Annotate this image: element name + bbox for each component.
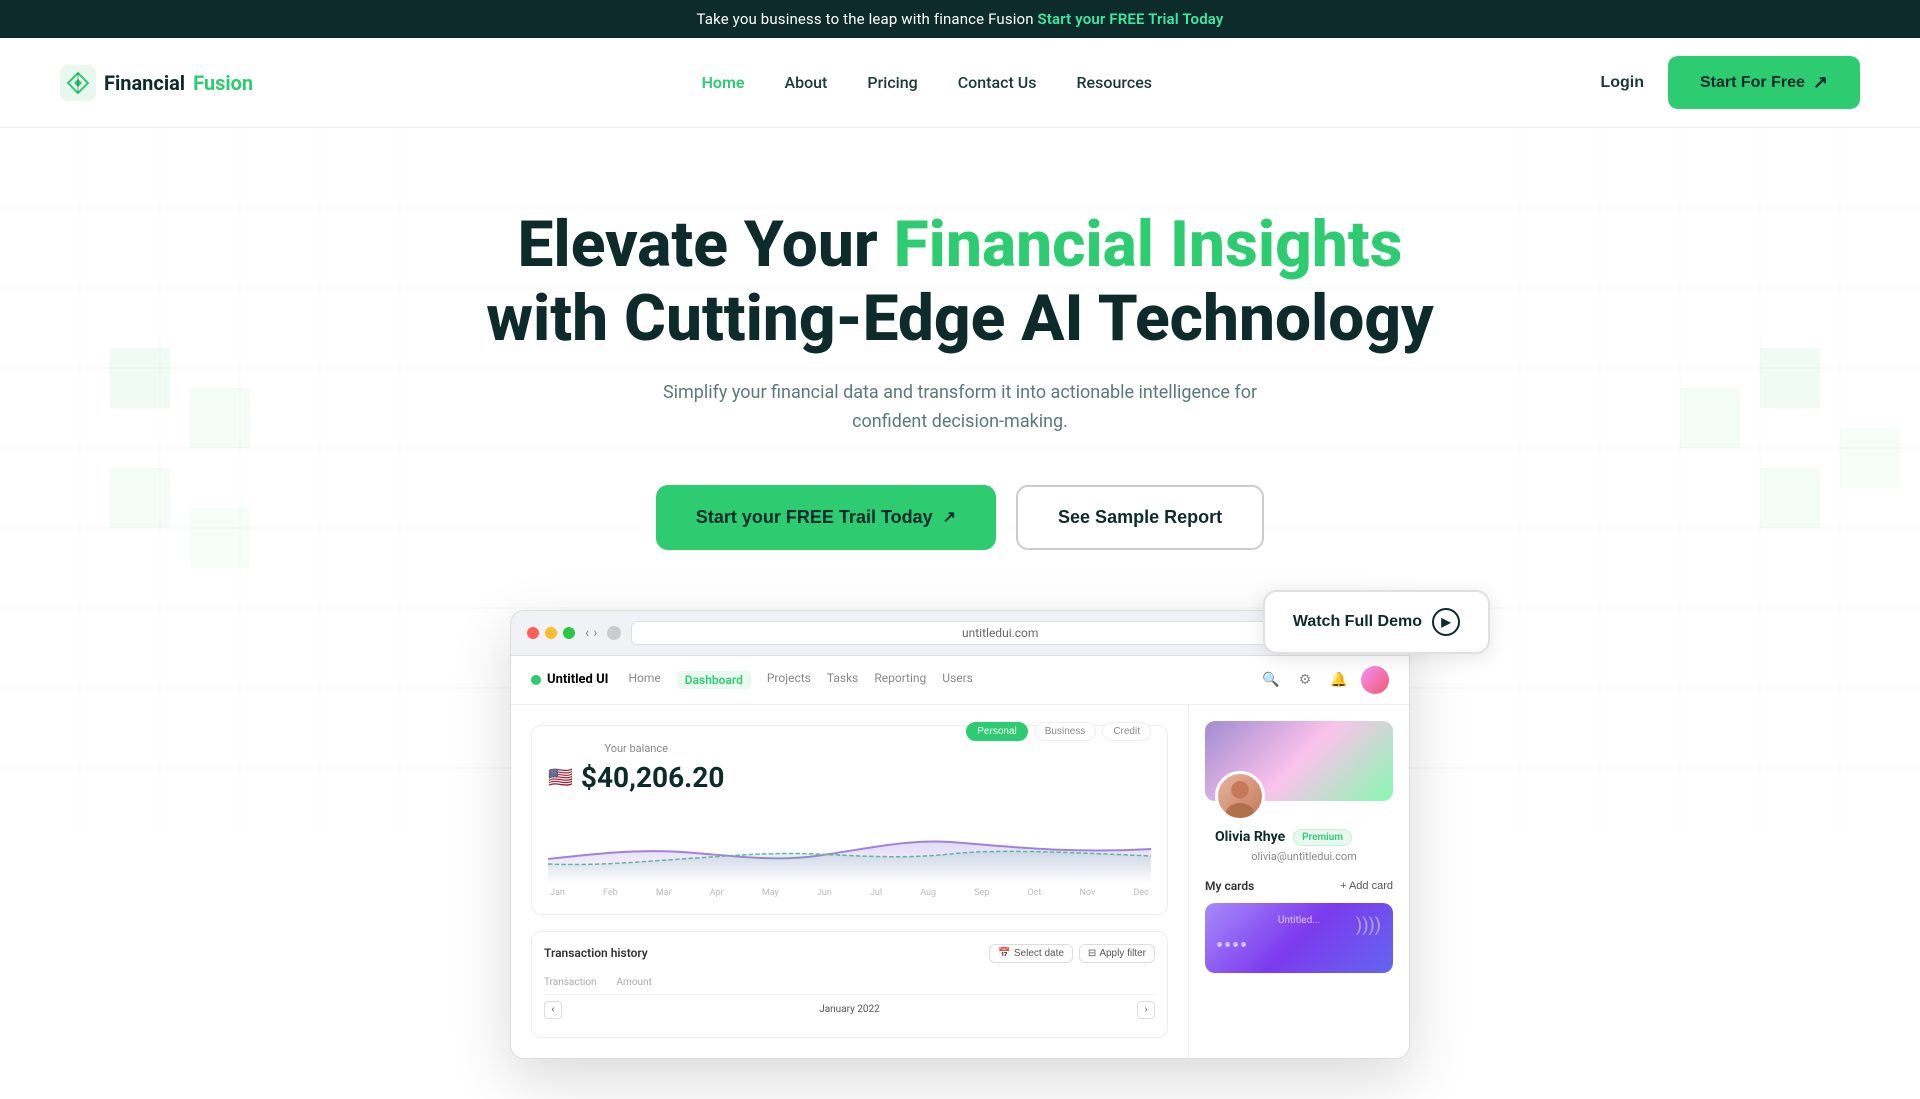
dash-nav-users[interactable]: Users — [942, 671, 973, 689]
select-date-button[interactable]: 📅 Select date — [989, 944, 1073, 963]
dash-logo-text: Untitled UI — [547, 672, 608, 687]
profile-avatar-wrap — [1215, 771, 1393, 821]
play-icon: ▶ — [1432, 608, 1460, 636]
browser-mockup: ‹ › untitledui.com Untitled UI — [510, 610, 1410, 1059]
trans-header: Transaction history 📅 Select date ⊟ — [544, 944, 1155, 963]
nav-pricing[interactable]: Pricing — [867, 73, 917, 92]
dash-nav-dashboard[interactable]: Dashboard — [677, 671, 751, 689]
flag-icon: 🇺🇸 — [548, 765, 573, 789]
arrow-up-right-icon: ↗ — [943, 507, 956, 527]
logo[interactable]: Financial Fusion — [60, 65, 253, 101]
dot-maximize[interactable] — [563, 627, 575, 639]
hero-section: Elevate Your Financial Insights with Cut… — [0, 128, 1920, 1099]
credit-card: Untitled... )))) — [1205, 903, 1393, 973]
hero-title-1: Elevate Your — [518, 207, 894, 282]
browser-nav: ‹ › — [585, 625, 597, 641]
dash-logo-dot — [531, 675, 541, 685]
banner-highlight[interactable]: Start your FREE Trial Today — [1038, 10, 1224, 28]
logo-text-1: Financial — [104, 71, 185, 95]
balance-tabs: Personal Business Credit — [966, 722, 1151, 741]
search-icon[interactable]: 🔍 — [1259, 668, 1283, 692]
logo-text-2: Fusion — [193, 71, 253, 95]
dash-left: Your balance 🇺🇸 $40,206.20 Personal — [511, 705, 1189, 1058]
dash-right-panel: Olivia Rhye Premium olivia@untitledui.co… — [1189, 705, 1409, 1058]
dash-body: Your balance 🇺🇸 $40,206.20 Personal — [511, 705, 1409, 1058]
transaction-title: Transaction history — [544, 946, 648, 960]
dash-logo: Untitled UI — [531, 672, 608, 687]
hero-title-2: with Cutting-Edge AI Technology — [486, 281, 1433, 356]
add-card-button[interactable]: + Add card — [1340, 880, 1393, 892]
hero-content: Elevate Your Financial Insights with Cut… — [20, 208, 1900, 1059]
dashboard-inner: Untitled UI Home Dashboard Projects Task… — [511, 656, 1409, 1058]
top-banner: Take you business to the leap with finan… — [0, 0, 1920, 38]
settings-icon[interactable]: ⚙ — [1293, 668, 1317, 692]
nav-home[interactable]: Home — [702, 73, 745, 92]
filter-icon: ⊟ — [1088, 948, 1096, 959]
wifi-icon: )))) — [1356, 915, 1381, 936]
prev-month-button[interactable]: ‹ — [544, 1001, 562, 1019]
dot-close[interactable] — [527, 627, 539, 639]
current-month: January 2022 — [819, 1004, 880, 1015]
nav-links: Home About Pricing Contact Us Resources — [702, 73, 1152, 92]
chart-x-labels: Jan Feb Mar Apr May Jun Jul Aug Sep Oc — [548, 888, 1151, 898]
banner-text: Take you business to the leap with finan… — [697, 10, 1038, 28]
cards-header: My cards + Add card — [1205, 879, 1393, 893]
card-number-dots — [1217, 942, 1381, 947]
user-avatar[interactable] — [1361, 666, 1389, 694]
chart-container — [548, 804, 1151, 884]
browser-toggle — [607, 626, 621, 640]
arrow-icon: ↗ — [1813, 72, 1828, 93]
tab-credit[interactable]: Credit — [1102, 722, 1151, 741]
browser-dots — [527, 627, 575, 639]
trans-buttons: 📅 Select date ⊟ Apply filter — [989, 944, 1155, 963]
dash-navbar: Untitled UI Home Dashboard Projects Task… — [511, 656, 1409, 705]
dash-nav-links: Home Dashboard Projects Tasks Reporting … — [628, 671, 972, 689]
profile-name: Olivia Rhye — [1215, 829, 1285, 845]
dash-nav-reporting[interactable]: Reporting — [874, 671, 926, 689]
profile-avatar — [1215, 771, 1265, 821]
tab-business[interactable]: Business — [1034, 722, 1097, 741]
bell-icon[interactable]: 🔔 — [1327, 668, 1351, 692]
cta-primary-button[interactable]: Start your FREE Trail Today ↗ — [656, 485, 996, 550]
profile-email: olivia@untitledui.com — [1205, 850, 1393, 863]
balance-value: $40,206.20 — [581, 761, 725, 794]
nav-forward-icon[interactable]: › — [593, 625, 597, 641]
balance-amount: 🇺🇸 $40,206.20 — [548, 761, 724, 794]
logo-icon — [60, 65, 96, 101]
nav-resources[interactable]: Resources — [1076, 73, 1152, 92]
dot-minimize[interactable] — [545, 627, 557, 639]
dash-nav-home[interactable]: Home — [628, 671, 660, 689]
dash-nav-projects[interactable]: Projects — [767, 671, 811, 689]
hero-subtitle: Simplify your financial data and transfo… — [660, 379, 1260, 437]
next-month-button[interactable]: › — [1137, 1001, 1155, 1019]
nav-right: Login Start For Free ↗ — [1600, 56, 1860, 109]
nav-contact[interactable]: Contact Us — [958, 73, 1037, 92]
hero-title: Elevate Your Financial Insights with Cut… — [20, 208, 1900, 355]
profile-badge: Premium — [1293, 829, 1352, 846]
profile-name-row: Olivia Rhye Premium — [1205, 829, 1393, 846]
watch-demo-button[interactable]: Watch Full Demo ▶ — [1263, 590, 1490, 654]
url-bar[interactable]: untitledui.com — [631, 621, 1369, 645]
trans-cols: Transaction Amount — [544, 971, 1155, 995]
cta-secondary-button[interactable]: See Sample Report — [1016, 485, 1264, 550]
cards-section: My cards + Add card Untitled... )))) — [1205, 879, 1393, 973]
nav-back-icon[interactable]: ‹ — [585, 625, 589, 641]
dash-right-icons: 🔍 ⚙ 🔔 — [1259, 666, 1389, 694]
balance-label: Your balance — [548, 742, 724, 755]
balance-section: Your balance 🇺🇸 $40,206.20 Personal — [531, 725, 1168, 915]
cards-title: My cards — [1205, 879, 1254, 893]
dash-nav-tasks[interactable]: Tasks — [827, 671, 859, 689]
nav-about[interactable]: About — [784, 73, 827, 92]
navbar: Financial Fusion Home About Pricing Conta… — [0, 38, 1920, 128]
login-button[interactable]: Login — [1600, 74, 1644, 92]
dashboard-preview-wrap: Watch Full Demo ▶ ‹ › untitledu — [510, 610, 1410, 1059]
transaction-section: Transaction history 📅 Select date ⊟ — [531, 931, 1168, 1038]
calendar-icon: 📅 — [998, 948, 1010, 959]
start-free-button[interactable]: Start For Free ↗ — [1668, 56, 1860, 109]
hero-buttons: Start your FREE Trail Today ↗ See Sample… — [20, 485, 1900, 550]
apply-filter-button[interactable]: ⊟ Apply filter — [1079, 944, 1155, 963]
tab-personal[interactable]: Personal — [966, 722, 1027, 741]
trans-nav: ‹ January 2022 › — [544, 995, 1155, 1025]
hero-title-green: Financial Insights — [894, 207, 1403, 282]
